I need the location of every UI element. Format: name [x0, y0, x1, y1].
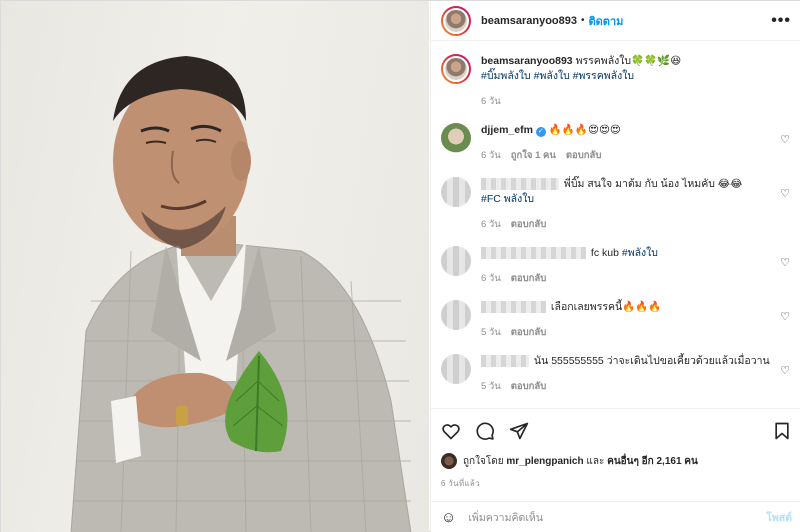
like-comment-heart-icon[interactable]: ♡ — [780, 310, 790, 323]
follow-button[interactable]: ติดตาม — [589, 12, 624, 30]
comment-time: 6 วัน — [481, 273, 501, 284]
like-comment-heart-icon[interactable]: ♡ — [780, 256, 790, 269]
caption-avatar[interactable] — [441, 54, 471, 84]
comment-icon[interactable] — [475, 421, 495, 441]
post-button[interactable]: โพสต์ — [766, 509, 792, 526]
reply-button[interactable]: ตอบกลับ — [511, 271, 547, 286]
comment-input[interactable]: เพิ่มความคิดเห็น — [468, 509, 543, 526]
author-avatar[interactable] — [441, 5, 471, 36]
caption: beamsaranyoo893 พรรคพลังใบ🍀🍀🌿😆 #บิ๊มพลัง… — [441, 54, 792, 109]
caption-text: พรรคพลังใบ🍀🍀🌿😆 — [575, 55, 682, 67]
commenter-avatar-blurred[interactable] — [441, 300, 471, 330]
commenter-avatar-blurred[interactable] — [441, 354, 471, 384]
blurred-username — [481, 247, 586, 260]
blurred-username — [481, 301, 546, 314]
blurred-username — [481, 355, 529, 368]
photo-illustration — [70, 56, 412, 532]
likes-summary: ถูกใจโดย mr_plengpanich และ คนอื่นๆ อีก … — [441, 453, 792, 469]
commenter-avatar[interactable] — [441, 123, 471, 153]
author-username[interactable]: beamsaranyoo893 — [481, 15, 577, 27]
like-comment-heart-icon[interactable]: ♡ — [780, 187, 790, 200]
post-photo[interactable] — [1, 1, 429, 532]
emoji-icon[interactable]: ☺ — [441, 509, 456, 526]
comment-time: 5 วัน — [481, 327, 501, 338]
comment-time: 6 วัน — [481, 219, 501, 230]
reply-button[interactable]: ตอบกลับ — [566, 148, 602, 163]
comment-text: พี่บิ๊ม สนใจ มาต้ม กับ น้อง ไหมคับ 😂😂 — [563, 178, 743, 190]
comment-item: นัน 555555555 ว่าจะเดินไปขอเคี้ยวด้วยแล้… — [441, 354, 792, 394]
liker-username[interactable]: mr_plengpanich — [506, 456, 583, 467]
comment-text: เลือกเลยพรรคนี้🔥🔥🔥 — [550, 301, 662, 313]
like-comment-heart-icon[interactable]: ♡ — [780, 364, 790, 377]
instagram-post: beamsaranyoo893 • ติดตาม ••• beamsaranyo… — [0, 0, 800, 532]
commenter-avatar-blurred[interactable] — [441, 177, 471, 207]
comment-hashtag[interactable]: #FC พลังใบ — [481, 192, 771, 207]
comment-item: พี่บิ๊ม สนใจ มาต้ม กับ น้อง ไหมคับ 😂😂 #F… — [441, 177, 792, 232]
liker-avatar[interactable] — [441, 453, 457, 469]
likes-middle: และ — [586, 455, 605, 467]
commenter-username[interactable]: djjem_efm — [481, 124, 533, 136]
bookmark-icon[interactable] — [772, 421, 792, 441]
caption-hashtags[interactable]: #บิ๊มพลังใบ #พลังใบ #พรรคพลังใบ — [481, 69, 681, 84]
commenter-avatar-blurred[interactable] — [441, 246, 471, 276]
likes-prefix: ถูกใจโดย — [463, 455, 504, 467]
separator-dot: • — [581, 15, 585, 26]
comment-item: djjem_efm ✓ 🔥🔥🔥😍😍😍 6 วัน ถูกใจ 1 คน ตอบก… — [441, 123, 792, 163]
post-side-panel: beamsaranyoo893 • ติดตาม ••• beamsaranyo… — [430, 1, 800, 532]
comment-text: นัน 555555555 ว่าจะเดินไปขอเคี้ยวด้วยแล้… — [533, 355, 770, 367]
add-comment-bar: ☺ เพิ่มความคิดเห็น โพสต์ — [431, 501, 800, 532]
comment-text: fc kub — [590, 247, 619, 259]
comments-list[interactable]: beamsaranyoo893 พรรคพลังใบ🍀🍀🌿😆 #บิ๊มพลัง… — [431, 42, 800, 408]
comment-text: 🔥🔥🔥😍😍😍 — [548, 124, 621, 136]
comment-time: 5 วัน — [481, 381, 501, 392]
reply-button[interactable]: ตอบกลับ — [511, 217, 547, 232]
reply-button[interactable]: ตอบกลับ — [511, 379, 547, 394]
share-icon[interactable] — [509, 421, 529, 441]
heart-icon[interactable] — [441, 421, 461, 441]
post-header: beamsaranyoo893 • ติดตาม ••• — [431, 1, 800, 41]
comment-likes[interactable]: ถูกใจ 1 คน — [511, 148, 556, 163]
likes-count[interactable]: คนอื่นๆ อีก 2,161 คน — [607, 454, 698, 469]
comment-hashtag[interactable]: #พลังใบ — [622, 247, 658, 259]
caption-username[interactable]: beamsaranyoo893 — [481, 55, 573, 67]
blurred-username — [481, 178, 559, 191]
verified-badge-icon: ✓ — [535, 127, 546, 137]
reply-button[interactable]: ตอบกลับ — [511, 325, 547, 340]
like-comment-heart-icon[interactable]: ♡ — [780, 133, 790, 146]
posted-time: 6 วันที่แล้ว — [441, 479, 480, 488]
comment-item: เลือกเลยพรรคนี้🔥🔥🔥 5 วัน ตอบกลับ ♡ — [441, 300, 792, 340]
comment-item: fc kub #พลังใบ 6 วัน ตอบกลับ ♡ — [441, 246, 792, 286]
caption-time: 6 วัน — [481, 96, 501, 107]
post-actions: ถูกใจโดย mr_plengpanich และ คนอื่นๆ อีก … — [431, 408, 800, 490]
more-options-icon[interactable]: ••• — [771, 12, 791, 30]
comment-time: 6 วัน — [481, 150, 501, 161]
